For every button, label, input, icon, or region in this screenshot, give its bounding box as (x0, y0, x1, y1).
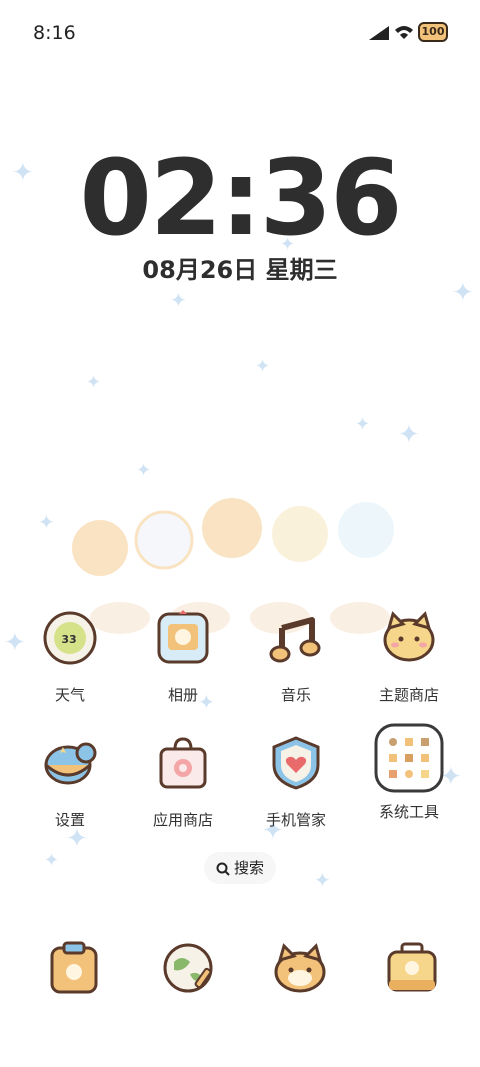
dock-browser-icon[interactable] (160, 940, 216, 996)
sparkle-icon: ✦ (355, 414, 371, 435)
app-music[interactable]: 音乐 (251, 610, 341, 705)
clock-date: 08月26日 星期三 (142, 256, 338, 284)
dock-cat-icon[interactable] (272, 940, 328, 996)
app-gallery[interactable]: 相册 (138, 610, 228, 705)
search-icon (216, 862, 230, 876)
app-store-icon (159, 737, 207, 789)
app-label: 音乐 (280, 686, 311, 704)
theme-store-icon (383, 611, 435, 662)
app-label: 手机管家 (265, 811, 326, 829)
app-label: 设置 (54, 811, 85, 829)
search-label: 搜索 (233, 859, 264, 877)
system-tools-folder-icon (374, 723, 444, 793)
weather-icon: 33 (43, 611, 97, 665)
sparkle-icon: ✦ (170, 288, 187, 312)
sparkle-icon: ✦ (38, 510, 55, 534)
music-icon (269, 617, 321, 663)
app-label: 应用商店 (152, 811, 213, 829)
gallery-icon (157, 610, 209, 664)
app-phone-manager[interactable]: 手机管家 (251, 735, 341, 830)
dock-clipboard-icon[interactable] (46, 940, 102, 996)
cellular-signal-icon (369, 26, 389, 40)
battery-level: 100 (421, 25, 445, 38)
status-bar: 8:16 100 (0, 0, 480, 68)
clock-time: 02:36 (79, 137, 402, 259)
sparkle-icon: ✦ (44, 850, 60, 871)
sparkle-icon: ✦ (314, 868, 331, 892)
weather-temperature: 33 (61, 633, 76, 646)
sparkle-icon: ✦ (255, 356, 271, 377)
sparkle-icon: ✦ (398, 420, 420, 450)
dock-briefcase-icon[interactable] (384, 940, 440, 996)
app-label: 主题商店 (378, 686, 439, 704)
app-weather[interactable]: 33 天气 (25, 610, 115, 705)
sparkle-icon: ✦ (4, 628, 26, 658)
wifi-icon (395, 26, 413, 39)
app-label: 天气 (54, 686, 85, 704)
app-theme-store[interactable]: 主题商店 (364, 610, 454, 705)
app-system-tools-folder[interactable]: 系统工具 (364, 722, 454, 822)
status-time: 8:16 (33, 22, 76, 44)
app-label: 系统工具 (378, 803, 439, 821)
battery-icon: 100 (418, 22, 448, 42)
search-button[interactable]: 搜索 (204, 852, 276, 884)
sparkle-icon: ✦ (86, 372, 102, 393)
settings-icon (44, 742, 97, 785)
phone-manager-icon (272, 736, 320, 790)
app-label: 相册 (167, 686, 198, 704)
app-settings[interactable]: 设置 (25, 735, 115, 830)
app-app-store[interactable]: 应用商店 (138, 735, 228, 830)
